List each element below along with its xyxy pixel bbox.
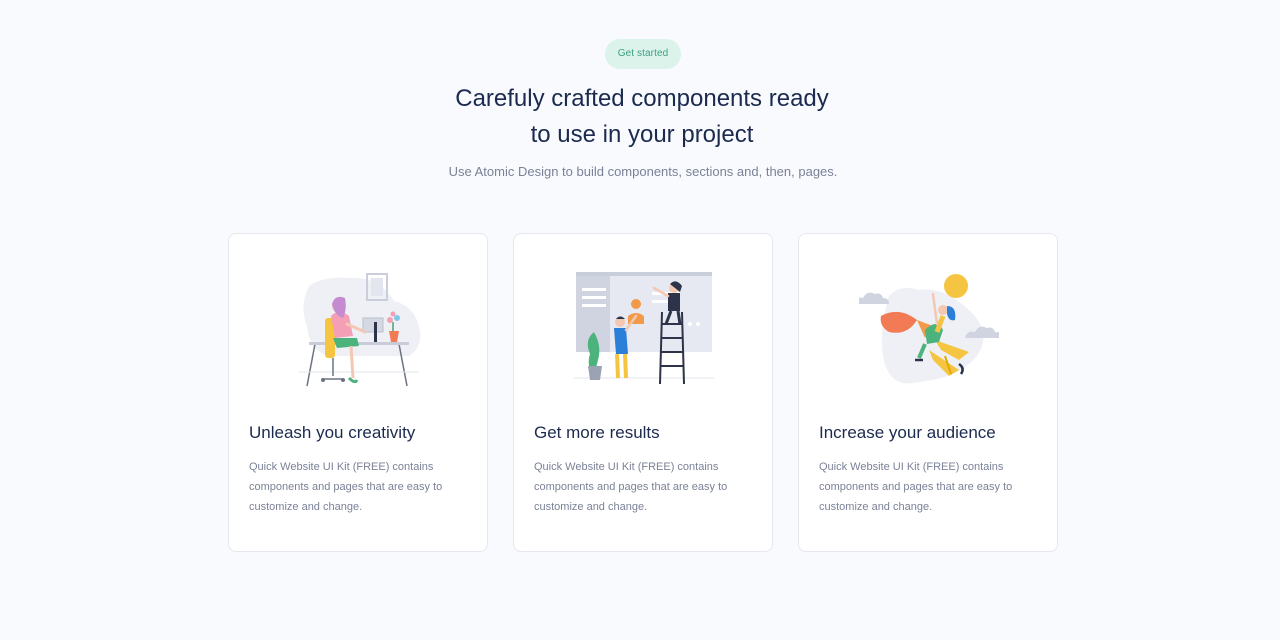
card-description: Quick Website UI Kit (FREE) contains com… bbox=[819, 461, 1013, 513]
section-title-line-1: Carefuly crafted components ready bbox=[455, 85, 829, 112]
get-started-badge[interactable]: Get started bbox=[605, 39, 681, 69]
card-title: Unleash you creativity bbox=[249, 423, 416, 442]
feature-card-creativity: Unleash you creativity Quick Website UI … bbox=[228, 233, 488, 552]
section-subtitle: Use Atomic Design to build components, s… bbox=[448, 164, 838, 179]
card-title: Increase your audience bbox=[819, 423, 996, 442]
section-title-line-2: to use in your project bbox=[530, 121, 754, 148]
features-section: Get started Carefuly crafted components … bbox=[0, 0, 1280, 640]
person-on-rocket-illustration bbox=[859, 274, 999, 384]
card-title: Get more results bbox=[534, 423, 660, 442]
woman-at-desk-illustration bbox=[299, 273, 421, 387]
card-description: Quick Website UI Kit (FREE) contains com… bbox=[249, 461, 443, 513]
card-description: Quick Website UI Kit (FREE) contains com… bbox=[534, 461, 728, 513]
team-at-whiteboard-illustration bbox=[574, 272, 714, 385]
feature-card-audience: Increase your audience Quick Website UI … bbox=[798, 233, 1058, 552]
section-title: Carefuly crafted components ready to use… bbox=[340, 81, 944, 153]
feature-card-results: Get more results Quick Website UI Kit (F… bbox=[513, 233, 773, 552]
